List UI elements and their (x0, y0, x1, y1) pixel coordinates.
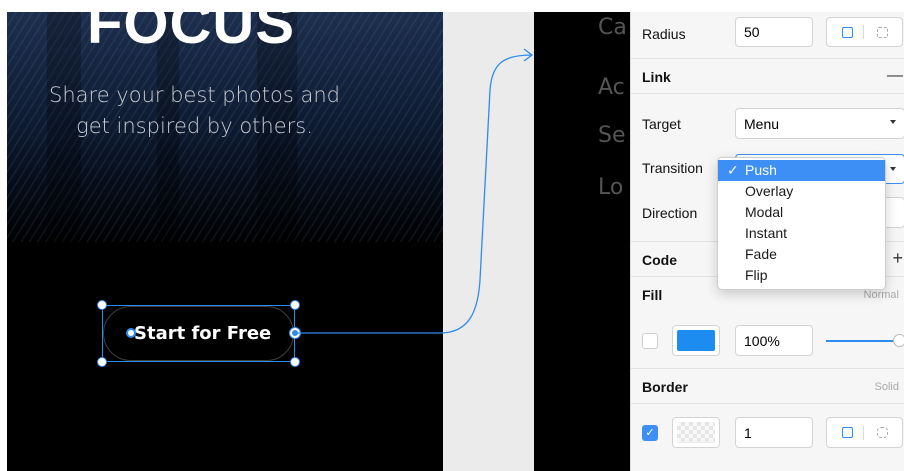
code-section-title: Code (642, 252, 677, 268)
border-width-input[interactable]: 1 (735, 417, 813, 448)
resize-handle-bottom-right[interactable] (290, 357, 300, 367)
checkmark-icon: ✓ (727, 162, 739, 178)
fill-enabled-checkbox[interactable] (642, 333, 658, 349)
fill-section-title: Fill (642, 287, 663, 303)
radius-mode-toggle[interactable] (826, 17, 903, 47)
target-label: Target (642, 116, 681, 132)
independent-corners-icon[interactable] (877, 27, 888, 38)
transparent-checker-icon (677, 422, 715, 443)
hero-subtitle-line-2: get inspired by others. (76, 114, 313, 138)
option-label: Push (745, 162, 777, 178)
menu-item-4: Lo (598, 175, 624, 200)
dropdown-option-modal[interactable]: Modal (718, 202, 885, 223)
fill-opacity-slider-track[interactable] (826, 340, 898, 342)
anchor-point[interactable] (126, 328, 136, 338)
fill-blend-select[interactable]: Normal (864, 289, 899, 301)
hero-title: FOCUS (87, 12, 295, 56)
option-label: Modal (745, 204, 784, 220)
option-label: Instant (745, 225, 788, 241)
option-label: Flip (745, 267, 768, 283)
target-select[interactable]: Menu (735, 108, 904, 139)
fill-opacity-input[interactable]: 100% (735, 325, 813, 356)
transition-dropdown-menu[interactable]: ✓ Push Overlay Modal Instant Fade Flip (717, 157, 886, 290)
dropdown-option-flip[interactable]: Flip (718, 265, 885, 286)
border-style-select[interactable]: Solid (875, 381, 899, 393)
link-section-header[interactable]: Link — (631, 58, 904, 94)
link-section-title: Link (642, 69, 671, 85)
direction-label: Direction (642, 205, 698, 221)
hero-subtitle-line-1: Share your best photos and (49, 83, 340, 107)
border-enabled-checkbox[interactable]: ✓ (642, 425, 658, 441)
border-section-title: Border (642, 379, 688, 395)
resize-handle-top-right[interactable] (290, 300, 300, 310)
resize-handle-bottom-left[interactable] (97, 357, 107, 367)
border-inside-icon[interactable] (842, 427, 853, 438)
dropdown-option-fade[interactable]: Fade (718, 244, 885, 265)
artboard-landing[interactable]: FOCUS Share your best photos and get ins… (7, 12, 443, 471)
fill-color-chip (677, 330, 715, 351)
target-value: Menu (744, 115, 780, 132)
radius-input[interactable]: 50 (735, 17, 813, 47)
menu-item-3: Se (598, 123, 626, 148)
hero-subtitle: Share your best photos and get inspired … (7, 80, 382, 142)
start-for-free-label: Start for Free (134, 323, 272, 344)
artboard-menu[interactable]: Ca Ac Se Lo (534, 12, 634, 471)
border-position-toggle[interactable] (826, 417, 903, 448)
border-outside-icon[interactable] (877, 427, 888, 438)
menu-item-2: Ac (598, 75, 625, 100)
dropdown-option-overlay[interactable]: Overlay (718, 181, 885, 202)
collapse-icon[interactable]: — (887, 67, 903, 85)
resize-handle-top-left[interactable] (97, 300, 107, 310)
uniform-corners-icon[interactable] (842, 27, 853, 38)
chevron-down-icon (890, 167, 896, 171)
border-color-swatch[interactable] (672, 417, 720, 448)
fill-opacity-slider-thumb[interactable] (893, 334, 904, 347)
dropdown-option-push[interactable]: ✓ Push (718, 160, 885, 181)
link-connector-handle[interactable] (290, 328, 300, 338)
dropdown-option-instant[interactable]: Instant (718, 223, 885, 244)
chevron-down-icon (890, 120, 896, 124)
canvas-background (443, 12, 534, 471)
option-label: Overlay (745, 183, 794, 199)
fill-color-swatch[interactable] (672, 325, 720, 356)
option-label: Fade (745, 246, 777, 262)
radius-label: Radius (642, 26, 686, 42)
add-code-icon[interactable]: + (892, 248, 903, 269)
border-section-header: Border Solid (631, 368, 904, 404)
transition-label: Transition (642, 160, 703, 176)
menu-item-1: Ca (598, 15, 627, 40)
